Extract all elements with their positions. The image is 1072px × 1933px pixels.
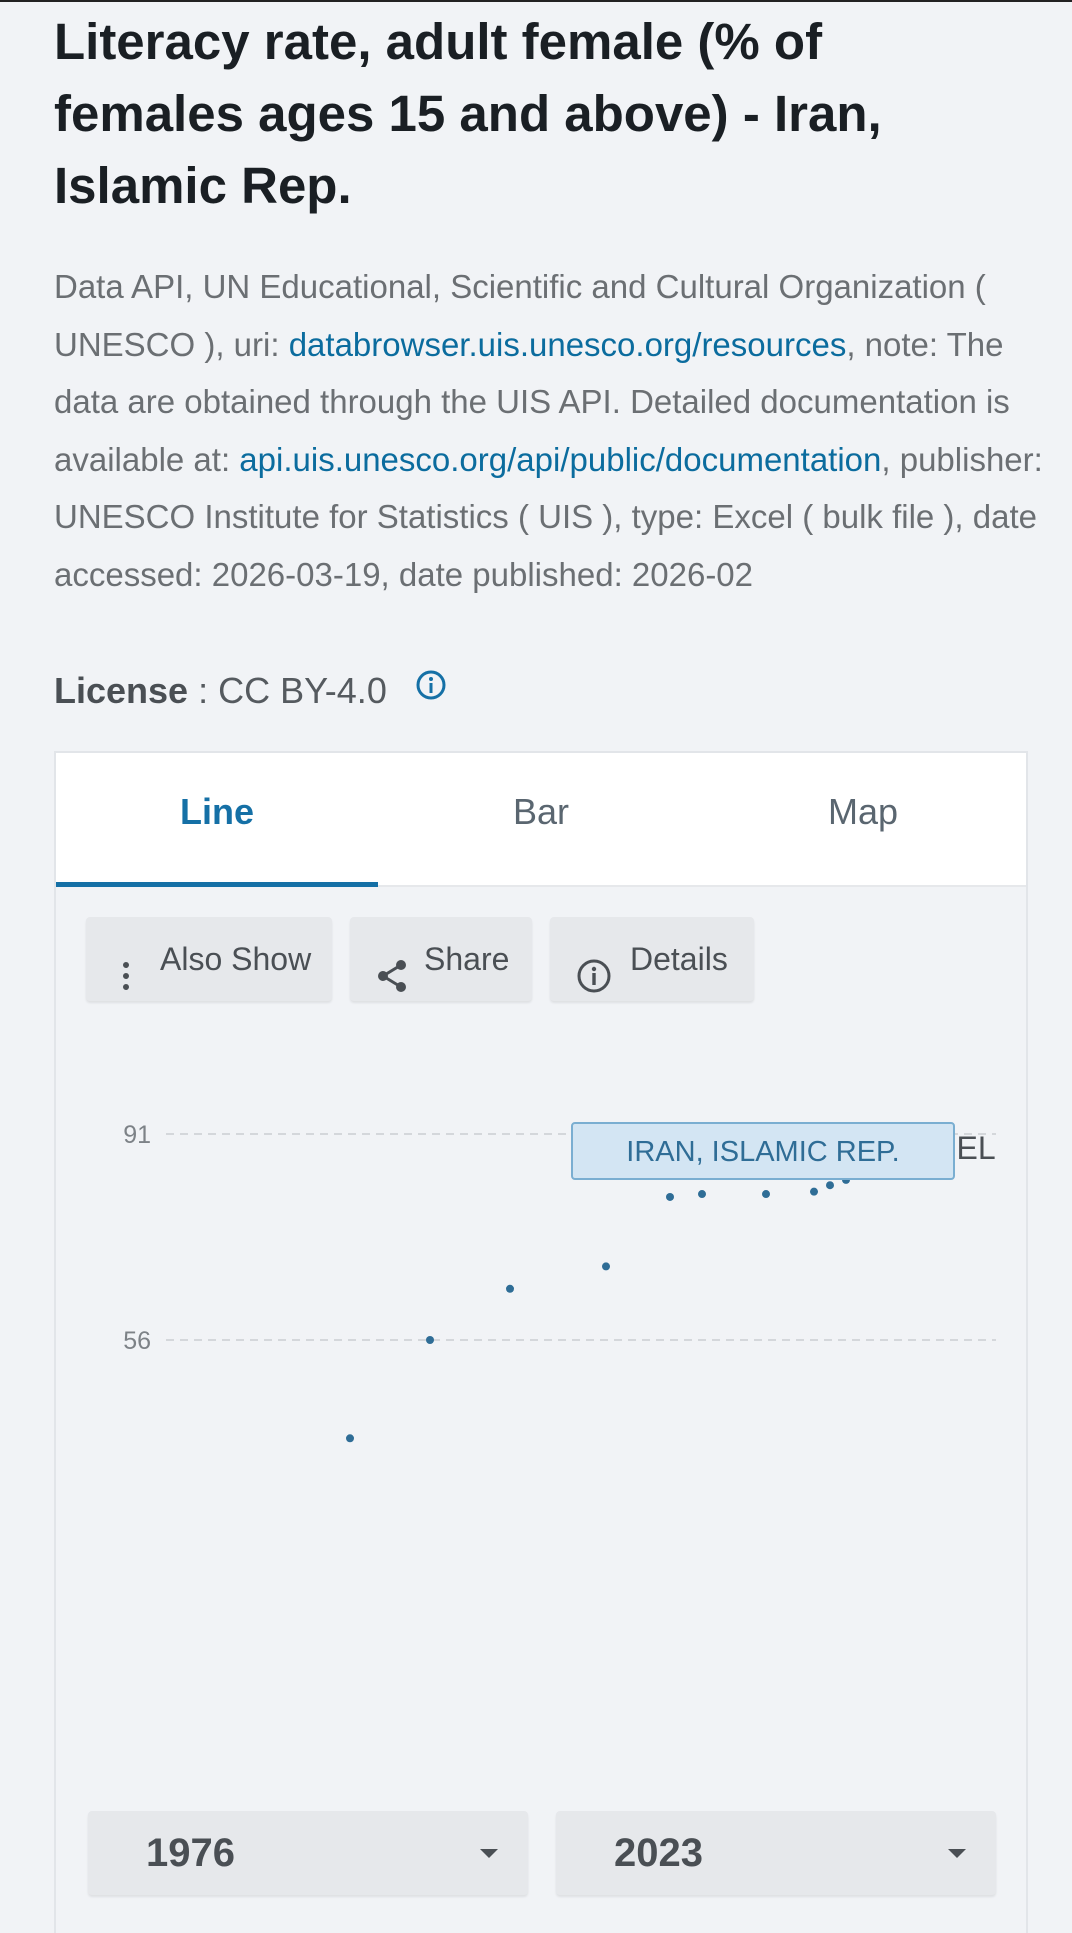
chart-type-tabs: Line Bar Map [56,753,1026,887]
source-link-documentation[interactable]: api.uis.unesco.org/api/public/documentat… [239,441,881,478]
more-vertical-icon [120,941,132,1025]
data-point[interactable] [346,1434,354,1443]
start-year-value: 1976 [146,1831,235,1875]
share-label: Share [424,941,510,977]
chart-grid [166,1133,996,1341]
data-points [346,1158,946,1443]
line-chart: 915621 IRAN, ISLAMIC REP. [123,1121,996,1443]
data-point[interactable] [698,1190,706,1199]
tab-map[interactable]: Map [702,753,1024,885]
data-point[interactable] [426,1336,434,1344]
y-tick-label: 56 [123,1327,151,1355]
y-axis-ticks: 915621 [123,1121,151,1355]
data-point[interactable] [762,1190,770,1199]
details-button[interactable]: Details [550,917,754,1001]
tab-line[interactable]: Line [56,753,378,887]
series-label-box: IRAN, ISLAMIC REP. [571,1122,955,1180]
page-title: Literacy rate, adult female (% of female… [54,13,882,214]
end-year-value: 2023 [614,1831,703,1875]
start-year-select[interactable]: 1976 [88,1811,528,1895]
chevron-down-icon [480,1849,498,1858]
tab-bar[interactable]: Bar [380,753,702,885]
license-info-icon[interactable] [415,664,447,714]
source-link-databrowser[interactable]: databrowser.uis.unesco.org/resources [289,326,847,363]
info-icon [576,941,612,1025]
data-point[interactable] [666,1192,674,1201]
share-icon [376,941,408,1025]
top-border [0,0,1072,2]
chart-card: Line Bar Map Also Show Share Details LAB… [54,751,1028,1933]
end-year-select[interactable]: 2023 [556,1811,996,1895]
also-show-label: Also Show [160,941,312,977]
source-description: Data API, UN Educational, Scientific and… [54,258,1044,603]
data-point[interactable] [826,1181,834,1190]
license-line: License : CC BY-4.0 [54,666,447,716]
data-point[interactable] [602,1262,610,1271]
data-point[interactable] [810,1187,818,1196]
chevron-down-icon [948,1849,966,1858]
y-tick-label: 91 [123,1121,151,1149]
share-button[interactable]: Share [350,917,532,1001]
also-show-button[interactable]: Also Show [86,917,332,1001]
license-label: License [54,670,189,711]
license-value: : CC BY-4.0 [188,670,387,711]
series-label-text: IRAN, ISLAMIC REP. [626,1136,899,1168]
details-label: Details [630,941,728,977]
data-point[interactable] [506,1284,514,1293]
